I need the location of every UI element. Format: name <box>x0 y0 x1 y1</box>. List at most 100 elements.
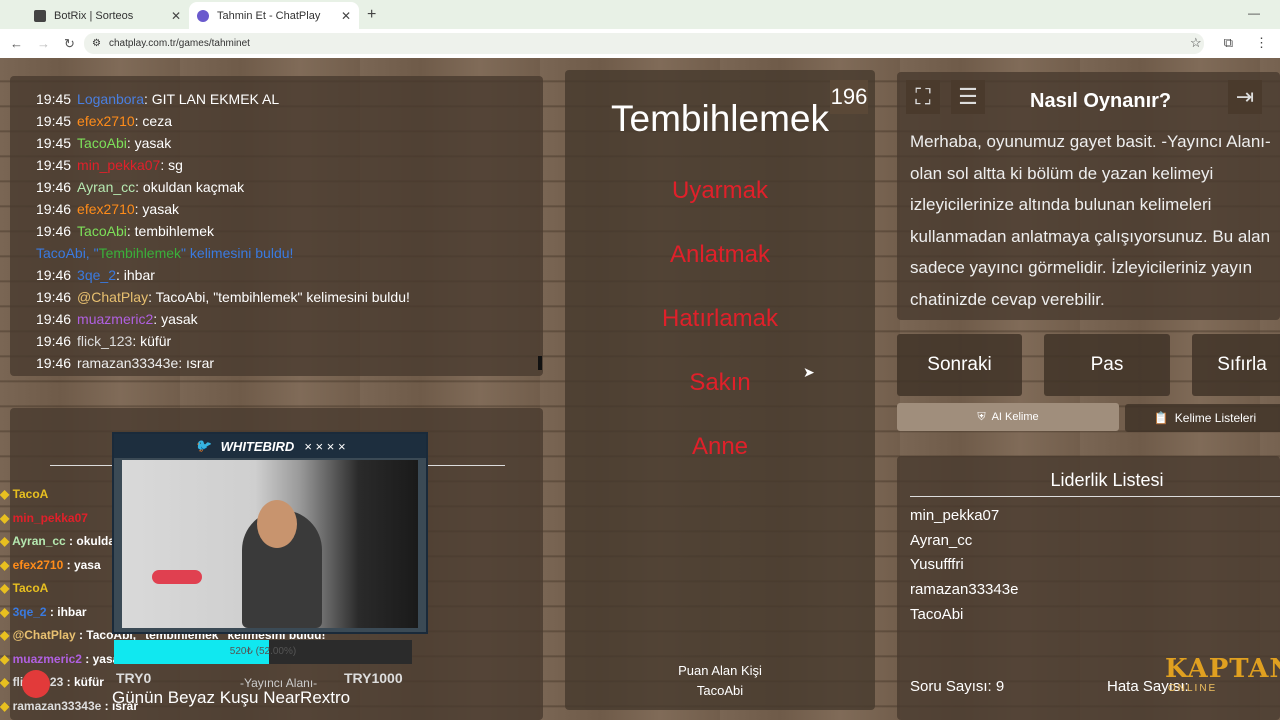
chat-panel: 19:45 Loganbora: GIT LAN EKMEK AL 19:45 efe… <box>10 76 543 376</box>
badge-icon: ◆ <box>0 581 13 595</box>
badge-icon: ◆ <box>0 557 13 572</box>
mouse-cursor-icon: ➤ <box>803 364 815 380</box>
document-icon[interactable]: ☰ <box>951 80 985 114</box>
bookmark-star-icon[interactable]: ☆ <box>1190 35 1202 51</box>
overlay-username: @ChatPlay <box>12 628 76 642</box>
overlay-text: : ihbar <box>46 604 87 619</box>
chat-text: : GIT LAN EKMEK AL <box>144 91 280 107</box>
badge-icon: ◆ <box>0 510 13 525</box>
overlay-text: : küfür <box>63 675 104 689</box>
how-to-play-text: Merhaba, oyunumuz gayet basit. -Yayıncı … <box>910 132 1271 309</box>
chat-message: 19:46 flick_123: küfür <box>36 330 410 352</box>
chat-text: : yasak <box>126 135 172 151</box>
chat-time: 19:46 <box>36 201 72 217</box>
chat-time: 19:46 <box>36 355 72 371</box>
scroll-handle[interactable] <box>538 356 542 370</box>
forbidden-word: Anlatmak <box>669 241 771 268</box>
forbidden-word: Hatırlamak <box>661 305 779 332</box>
pass-button[interactable]: Pas <box>1044 334 1170 396</box>
tab-title: BotRix | Sorteos <box>54 9 134 22</box>
chat-message: 19:46 3qe_2: ihbar <box>36 264 410 286</box>
leaderboard-entry: Ayran_cc <box>910 532 973 549</box>
chat-username[interactable]: ramazan33343e <box>77 355 178 371</box>
forbidden-word: Uyarmak <box>671 177 768 204</box>
donation-goal-bar: 520₺ (52.00%) <box>114 640 412 664</box>
chat-time: 19:45 <box>36 135 72 151</box>
menu-icon[interactable]: ⋮ <box>1255 35 1268 51</box>
chat-username[interactable]: min_pekka07 <box>77 157 160 173</box>
scorer-name: TacoAbi <box>696 683 744 698</box>
reload-icon[interactable]: ↻ <box>64 36 75 52</box>
leaderboard-entry: TacoAbi <box>910 606 964 623</box>
close-tab-icon[interactable]: ✕ <box>171 9 181 23</box>
exit-icon[interactable]: ⇥ <box>1228 80 1262 114</box>
main-word: Tembihlemek <box>611 98 829 139</box>
chat-text: : tembihlemek <box>126 223 215 239</box>
badge-icon: ◆ <box>0 698 13 713</box>
chat-username[interactable]: efex2710 <box>77 113 135 129</box>
forward-icon[interactable]: → <box>37 36 50 51</box>
kaptan-logo: KAPTAN <box>1165 654 1280 684</box>
chat-text: : küfür <box>132 333 172 349</box>
chat-message: TacoAbi, "Tembihlemek" kelimesini buldu! <box>36 242 410 264</box>
chat-text: : TacoAbi, "tembihlemek" kelimesini buld… <box>148 289 410 305</box>
scorer-label: Puan Alan Kişi <box>678 663 762 678</box>
chat-time: 19:46 <box>36 289 72 305</box>
chat-username[interactable]: 3qe_2 <box>77 267 116 283</box>
tab-botrix[interactable]: BotRix | Sorteos ✕ <box>26 2 189 29</box>
extensions-icon[interactable]: ⧉ <box>1224 35 1233 51</box>
tab-title: Tahmin Et - ChatPlay <box>217 9 321 22</box>
chat-username[interactable]: @ChatPlay <box>77 289 148 305</box>
overlay-text: : yasa <box>63 557 101 572</box>
microphone <box>152 570 202 584</box>
forbidden-word: Anne <box>691 433 749 460</box>
new-tab-button[interactable]: + <box>367 6 376 24</box>
caption: Günün Beyaz Kuşu NearRextro <box>112 688 351 707</box>
ai-word-button[interactable]: ⛨ AI Kelime <box>897 403 1119 431</box>
next-button[interactable]: Sonraki <box>897 334 1022 396</box>
webcam-header: 🐦 WHITEBIRD × × × × <box>114 434 426 458</box>
reset-button[interactable]: Sıfırla <box>1192 334 1280 396</box>
minimize-window-button[interactable]: — <box>1248 6 1260 20</box>
badge-icon: ◆ <box>0 604 13 619</box>
chat-username[interactable]: flick_123 <box>77 333 132 349</box>
chat-username[interactable]: Loganbora <box>77 91 144 107</box>
chat-system-text: " kelimesini buldu! <box>181 245 294 261</box>
url-field[interactable]: ⚙ chatplay.com.tr/games/tahminet <box>84 33 1204 54</box>
chat-message: 19:46 muazmeric2: yasak <box>36 308 410 330</box>
chat-username[interactable]: TacoAbi <box>77 223 127 239</box>
chat-time: 19:46 <box>36 267 72 283</box>
chat-username[interactable]: TacoAbi <box>77 135 127 151</box>
how-to-play-title: Nasıl Oynanır? <box>1030 90 1172 112</box>
question-count: Soru Sayısı: 9 <box>910 678 1005 695</box>
address-bar-row: ← → ↻ ⚙ chatplay.com.tr/games/tahminet ☆… <box>0 29 1280 58</box>
chat-time: 19:46 <box>36 333 72 349</box>
webcam-video <box>122 460 418 628</box>
streamer-face <box>257 500 297 548</box>
overlay-username: TacoA <box>12 581 49 595</box>
chat-text: : okuldan kaçmak <box>135 179 245 195</box>
chat-text: : ısrar <box>178 355 215 371</box>
cam-brand: WHITEBIRD <box>220 438 295 454</box>
badge-icon: ◆ <box>0 628 13 642</box>
chat-system-text: TacoAbi, " <box>36 245 99 261</box>
badge-icon: ◆ <box>0 534 13 548</box>
word-lists-button[interactable]: 📋 Kelime Listeleri <box>1125 404 1280 432</box>
word-lists-label: Kelime Listeleri <box>1174 411 1257 425</box>
chat-message: 19:46 ramazan33343e: ısrar <box>36 352 410 374</box>
chat-message: 19:46 @ChatPlay: TacoAbi, "tembihlemek" k… <box>36 286 410 308</box>
site-info-icon[interactable]: ⚙ <box>92 38 101 49</box>
chat-username[interactable]: Ayran_cc <box>77 179 135 195</box>
ai-word-label: AI Kelime <box>991 411 1039 423</box>
close-tab-icon[interactable]: ✕ <box>341 9 351 23</box>
chat-found-word: Tembihlemek <box>98 245 182 261</box>
chat-username[interactable]: muazmeric2 <box>77 311 153 327</box>
tab-chatplay[interactable]: Tahmin Et - ChatPlay ✕ <box>189 2 359 29</box>
overlay-username: Ayran_cc <box>12 534 66 548</box>
chat-username[interactable]: efex2710 <box>77 201 135 217</box>
badge-icon: ◆ <box>0 651 13 666</box>
fullscreen-icon[interactable]: ⛶ <box>906 80 940 114</box>
back-icon[interactable]: ← <box>10 36 23 51</box>
chatplay-favicon-icon <box>197 9 209 22</box>
overlay-username: 3qe_2 <box>12 604 47 619</box>
